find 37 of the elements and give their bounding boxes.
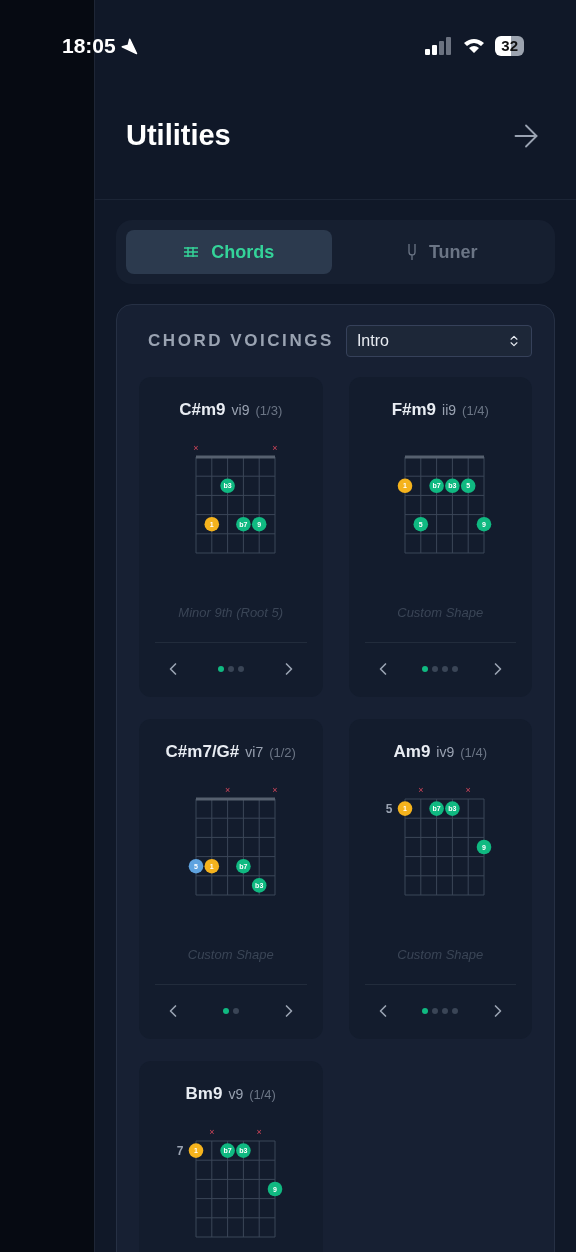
muted-string-mark: × bbox=[465, 784, 472, 795]
section-heading: CHORD VOICINGS bbox=[148, 330, 334, 353]
voicing-count: (1/2) bbox=[269, 744, 296, 762]
muted-string-mark: × bbox=[272, 784, 278, 795]
voicing-count: (1/4) bbox=[462, 402, 489, 420]
battery-indicator: 32 bbox=[495, 36, 524, 56]
location-icon bbox=[119, 37, 138, 55]
tuning-fork-icon bbox=[406, 243, 417, 261]
muted-string-mark: × bbox=[193, 442, 199, 453]
tab[interactable]: Tuner bbox=[339, 230, 545, 274]
muted-string-mark: × bbox=[256, 1126, 262, 1137]
voicing-count: (1/4) bbox=[249, 1086, 276, 1104]
fret-position-label: 7 bbox=[176, 1143, 184, 1158]
fret-position-label: 5 bbox=[385, 801, 393, 816]
chord-degree: ii9 bbox=[442, 401, 457, 420]
chord-name: F#m9 bbox=[391, 399, 437, 421]
voicing-count: (1/3) bbox=[255, 402, 283, 420]
wifi-icon bbox=[463, 38, 486, 54]
chord-degree: iv9 bbox=[436, 743, 455, 762]
chord-name: C#m9 bbox=[179, 399, 226, 421]
muted-string-mark: × bbox=[224, 784, 230, 795]
muted-string-mark: × bbox=[272, 442, 278, 453]
tab[interactable]: Chords bbox=[126, 230, 332, 274]
chord-name: C#m7/G# bbox=[165, 741, 240, 763]
chord-name: Am9 bbox=[393, 741, 431, 763]
voicing-count: (1/4) bbox=[460, 744, 487, 762]
chord-name: Bm9 bbox=[185, 1083, 223, 1105]
muted-string-mark: × bbox=[208, 1126, 215, 1137]
muted-string-mark: × bbox=[418, 784, 424, 795]
signal-icon bbox=[425, 37, 454, 55]
section-select[interactable]: Intro bbox=[345, 325, 532, 357]
status-time: 18:05 bbox=[62, 33, 116, 60]
chord-degree: vi7 bbox=[245, 743, 264, 762]
chord-degree: v9 bbox=[228, 1085, 244, 1104]
chord-degree: vi9 bbox=[231, 401, 250, 420]
page-title: Utilities bbox=[126, 117, 231, 153]
chord-chart-icon bbox=[183, 246, 200, 258]
